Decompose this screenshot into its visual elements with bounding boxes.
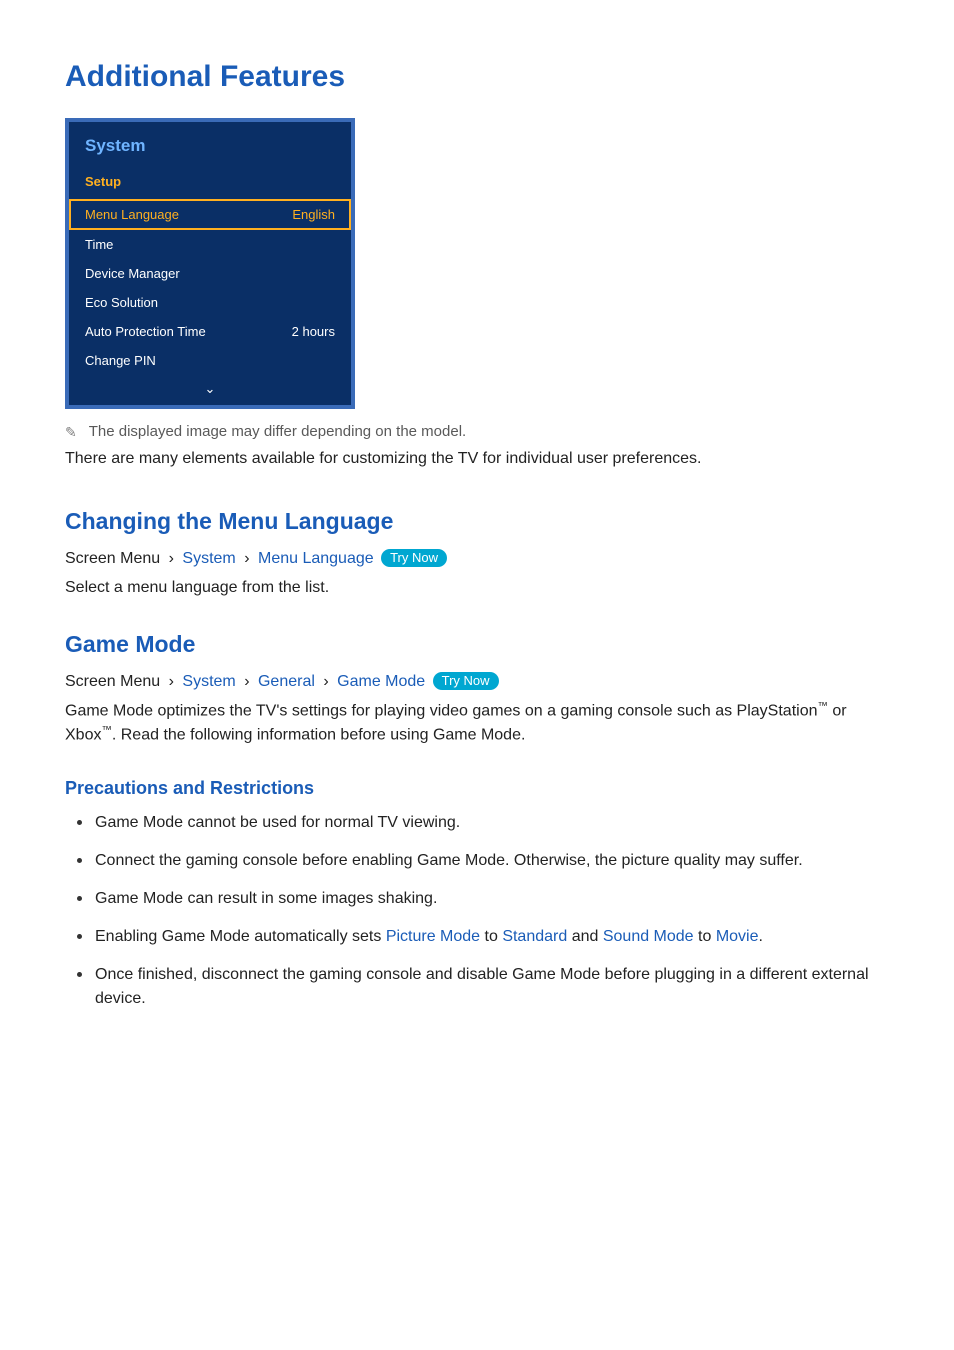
menu-row-change-pin[interactable]: Change PIN <box>69 346 351 375</box>
try-now-button[interactable]: Try Now <box>381 549 447 567</box>
breadcrumb-link-menu-language[interactable]: Menu Language <box>258 550 374 567</box>
chevron-down-icon[interactable]: ⌄ <box>69 375 351 405</box>
menu-row-value: 2 hours <box>292 324 335 339</box>
menu-row-label: Time <box>85 237 113 252</box>
breadcrumb-separator: › <box>165 550 178 567</box>
pencil-icon: ✎ <box>65 423 77 439</box>
breadcrumb-separator: › <box>165 673 178 690</box>
menu-row-label: Eco Solution <box>85 295 158 310</box>
menu-row-label: Device Manager <box>85 266 180 281</box>
menu-row-device-manager[interactable]: Device Manager <box>69 259 351 288</box>
menu-row-eco-solution[interactable]: Eco Solution <box>69 288 351 317</box>
intro-text: There are many elements available for cu… <box>65 450 889 468</box>
link-sound-mode[interactable]: Sound Mode <box>603 928 694 945</box>
text-fragment: to <box>480 928 502 945</box>
text-fragment: and <box>567 928 603 945</box>
text-fragment: Game Mode optimizes the TV's settings fo… <box>65 703 818 720</box>
trademark-icon: ™ <box>818 701 828 712</box>
breadcrumb-separator: › <box>319 673 332 690</box>
menu-header: System <box>69 122 351 166</box>
note-text: The displayed image may differ depending… <box>89 423 466 440</box>
list-item: Enabling Game Mode automatically sets Pi… <box>95 925 889 949</box>
text-fragment: Enabling Game Mode automatically sets <box>95 928 386 945</box>
system-menu-panel: System Setup Menu Language English Time … <box>65 118 355 409</box>
text-fragment: . Read the following information before … <box>112 726 526 743</box>
precautions-list: Game Mode cannot be used for normal TV v… <box>65 811 889 1011</box>
link-standard[interactable]: Standard <box>502 928 567 945</box>
breadcrumb-separator: › <box>240 673 253 690</box>
breadcrumb-link-system[interactable]: System <box>182 673 235 690</box>
link-picture-mode[interactable]: Picture Mode <box>386 928 480 945</box>
menu-section-label: Setup <box>69 166 351 199</box>
menu-row-label: Menu Language <box>85 207 179 222</box>
breadcrumb-prefix: Screen Menu <box>65 550 160 567</box>
list-item: Once finished, disconnect the gaming con… <box>95 963 889 1011</box>
breadcrumb-game-mode: Screen Menu › System › General › Game Mo… <box>65 672 889 691</box>
page-root: Additional Features System Setup Menu La… <box>0 0 954 1085</box>
heading-changing-menu-language: Changing the Menu Language <box>65 508 889 535</box>
menu-row-value: English <box>292 207 335 222</box>
link-movie[interactable]: Movie <box>716 928 759 945</box>
menu-row-label: Auto Protection Time <box>85 324 206 339</box>
list-item: Game Mode cannot be used for normal TV v… <box>95 811 889 835</box>
breadcrumb-link-game-mode[interactable]: Game Mode <box>337 673 425 690</box>
text-fragment: to <box>694 928 716 945</box>
trademark-icon: ™ <box>101 725 111 736</box>
try-now-button[interactable]: Try Now <box>433 672 499 690</box>
note: ✎ The displayed image may differ dependi… <box>65 423 889 440</box>
heading-game-mode: Game Mode <box>65 631 889 658</box>
game-mode-body: Game Mode optimizes the TV's settings fo… <box>65 699 889 746</box>
menu-row-menu-language[interactable]: Menu Language English <box>69 199 351 230</box>
breadcrumb-changing-lang: Screen Menu › System › Menu Language Try… <box>65 549 889 568</box>
menu-row-time[interactable]: Time <box>69 230 351 259</box>
page-title: Additional Features <box>65 60 889 94</box>
menu-row-auto-protection-time[interactable]: Auto Protection Time 2 hours <box>69 317 351 346</box>
breadcrumb-separator: › <box>240 550 253 567</box>
heading-precautions: Precautions and Restrictions <box>65 778 889 799</box>
breadcrumb-link-system[interactable]: System <box>182 550 235 567</box>
menu-row-label: Change PIN <box>85 353 156 368</box>
changing-lang-body: Select a menu language from the list. <box>65 576 889 599</box>
breadcrumb-prefix: Screen Menu <box>65 673 160 690</box>
list-item: Game Mode can result in some images shak… <box>95 887 889 911</box>
text-fragment: . <box>759 928 763 945</box>
breadcrumb-link-general[interactable]: General <box>258 673 315 690</box>
list-item: Connect the gaming console before enabli… <box>95 849 889 873</box>
